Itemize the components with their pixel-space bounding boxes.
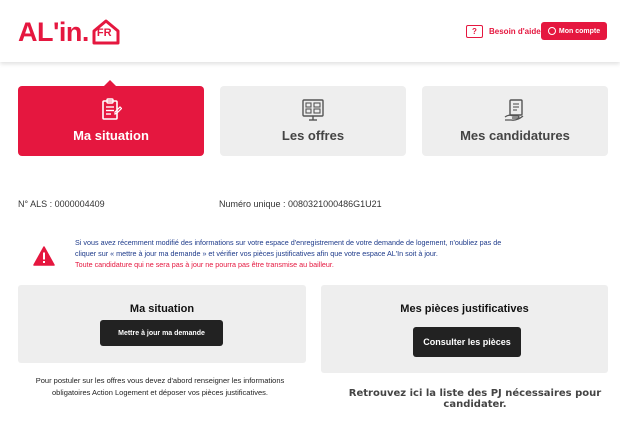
account-button[interactable]: Mon compte — [541, 22, 607, 40]
help-icon: ? — [466, 25, 483, 38]
alin-logo[interactable]: AL'in. FR — [18, 16, 121, 47]
tab-ma-situation[interactable]: Ma situation — [18, 86, 204, 156]
house-badge-icon: FR — [91, 18, 121, 46]
clipboard-icon — [102, 98, 122, 120]
tab-label: Ma situation — [73, 128, 149, 143]
account-label: Mon compte — [558, 27, 601, 35]
tab-label: Les offres — [281, 128, 345, 143]
logo-text: AL'in. — [18, 16, 89, 47]
logo-badge-text: FR — [96, 27, 112, 39]
warning-icon — [33, 246, 55, 266]
alert-line-2: cliquer sur « mettre à jour ma demande »… — [75, 249, 438, 258]
tab-les-offres[interactable]: Les offres — [220, 86, 406, 156]
situation-description: Pour postuler sur les offres vous devez … — [35, 376, 285, 397]
tab-label: Mes candidatures — [460, 128, 570, 143]
als-number: N° ALS : 0000004409 — [18, 199, 105, 209]
unique-number: Numéro unique : 0080321000486G1U21 — [219, 199, 382, 209]
pieces-card-title: Mes pièces justificatives — [400, 303, 529, 315]
situation-card: Ma situation Mettre à jour ma demande — [18, 285, 306, 363]
help-link[interactable]: ? Besoin d'aide — [466, 25, 541, 38]
top-header: AL'in. FR ? Besoin d'aide Mon compte — [0, 0, 620, 62]
view-documents-button[interactable]: Consulter les pièces — [413, 327, 521, 357]
document-hand-icon — [504, 99, 524, 121]
pieces-card: Mes pièces justificatives Consulter les … — [321, 285, 608, 373]
update-request-button[interactable]: Mettre à jour ma demande — [100, 320, 223, 346]
situation-card-title: Ma situation — [129, 303, 195, 315]
alert-line-1: Si vous avez récemment modifié des infor… — [75, 238, 502, 247]
update-alert: Si vous avez récemment modifié des infor… — [75, 237, 605, 270]
user-icon — [547, 27, 556, 35]
tab-mes-candidatures[interactable]: Mes candidatures — [422, 86, 608, 156]
listing-board-icon — [302, 99, 324, 121]
alert-warning: Toute candidature qui ne sera pas à jour… — [75, 260, 334, 269]
help-label: Besoin d'aide — [489, 27, 541, 36]
pieces-description: Retrouvez ici la liste des PJ nécessaire… — [348, 388, 602, 410]
